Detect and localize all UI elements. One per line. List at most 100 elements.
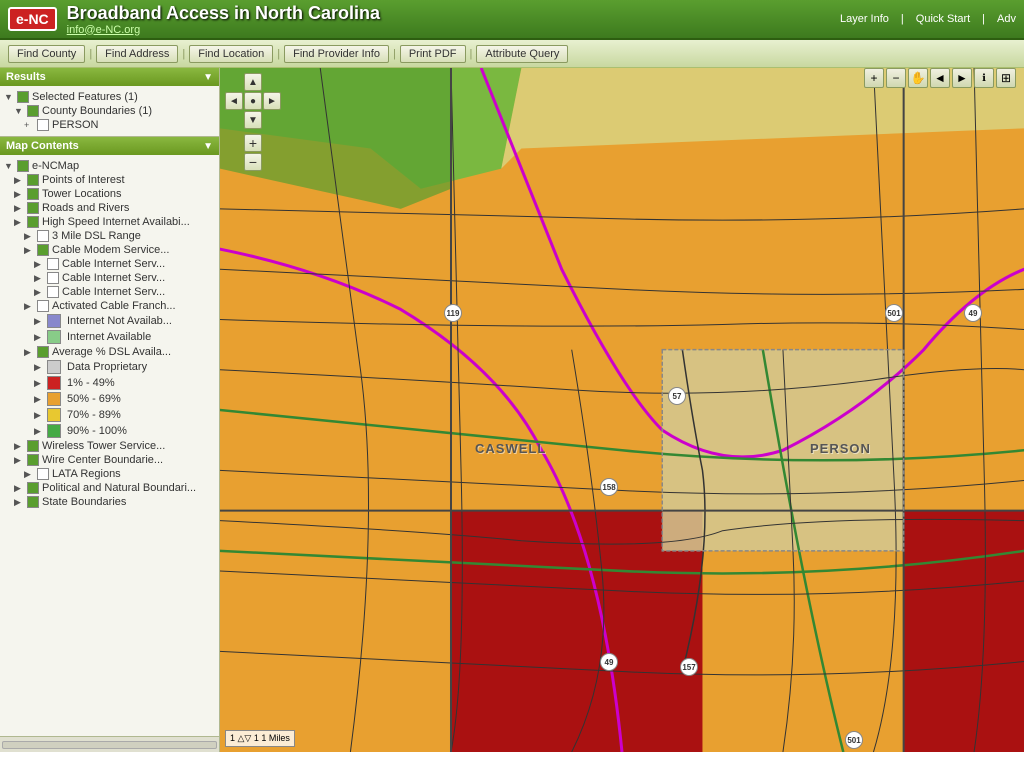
legend-swatch [47,314,61,328]
item-checkbox[interactable] [37,346,49,358]
selected-features-item[interactable]: ▼ Selected Features (1) [4,90,215,104]
map-contents-item[interactable]: ▶ Internet Not Availab... [34,313,215,329]
adv-link[interactable]: Adv [997,13,1016,25]
map-contents-item[interactable]: ▶Cable Internet Serv... [34,285,215,299]
map-contents-item[interactable]: ▶Activated Cable Franch... [24,299,215,313]
zoom-out-button[interactable]: − [244,153,262,171]
item-checkbox[interactable] [27,454,39,466]
map-contents-item[interactable]: ▶ Cable Modem Service... [24,243,215,257]
map-contents-item[interactable]: ▶Tower Locations [14,187,215,201]
tree-arrow-icon: ▶ [34,378,44,389]
info-ctrl[interactable]: ℹ [974,68,994,88]
print-pdf-button[interactable]: Print PDF [400,45,466,63]
item-checkbox[interactable] [47,286,59,298]
tree-arrow-icon: ▶ [14,455,24,466]
sidebar-scrollbar[interactable] [0,736,219,752]
item-checkbox[interactable] [27,440,39,452]
selected-features-checkbox[interactable] [17,91,29,103]
find-provider-button[interactable]: Find Provider Info [284,45,389,63]
map-contents-item[interactable]: ▶Internet Available [34,329,215,345]
item-checkbox[interactable] [27,482,39,494]
quick-start-link[interactable]: Quick Start [916,13,970,25]
tree-arrow-icon: ▶ [34,316,44,327]
item-checkbox[interactable] [37,468,49,480]
map-contents-item[interactable]: ▶Wireless Tower Service... [14,439,215,453]
find-location-button[interactable]: Find Location [189,45,273,63]
forward-ctrl[interactable]: ► [952,68,972,88]
map-contents-item[interactable]: ▶Wire Center Boundarie... [14,453,215,467]
county-boundaries-label: County Boundaries (1) [42,105,152,117]
item-checkbox[interactable] [27,174,39,186]
map-contents-item[interactable]: ▶Average % DSL Availa... [24,345,215,359]
map-contents-header: Map Contents ▼ [0,137,219,155]
map-contents-item[interactable]: ▶Roads and Rivers [14,201,215,215]
find-address-button[interactable]: Find Address [96,45,178,63]
county-boundaries-item[interactable]: ▼ County Boundaries (1) [14,104,215,118]
item-checkbox[interactable] [47,272,59,284]
pan-up-button[interactable]: ▲ [244,73,262,91]
map-contents-item[interactable]: ▶Political and Natural Boundari... [14,481,215,495]
map-contents-item[interactable]: ▶90% - 100% [34,423,215,439]
scroll-track[interactable] [2,741,217,749]
map-area[interactable]: ▲ ◄ ● ► ▼ + − [220,68,1024,752]
encmap-root[interactable]: ▼ e-NCMap [4,159,215,173]
map-contents-item[interactable]: ▶Cable Internet Serv... [34,257,215,271]
item-checkbox[interactable] [37,300,49,312]
person-item[interactable]: + PERSON [24,118,215,132]
item-checkbox[interactable] [47,258,59,270]
tree-arrow-icon: ▶ [24,231,34,242]
item-checkbox[interactable] [27,188,39,200]
item-label: State Boundaries [42,496,126,508]
header-email-link[interactable]: info@e-NC.org [67,24,840,36]
map-contents-item[interactable]: ▶Data Proprietary [34,359,215,375]
root-checkbox[interactable] [17,160,29,172]
item-label: Internet Available [67,331,151,343]
map-contents-item[interactable]: ▶50% - 69% [34,391,215,407]
item-checkbox[interactable] [27,216,39,228]
map-contents-item[interactable]: ▶High Speed Internet Availabi... [14,215,215,229]
pan-home-button[interactable]: ● [244,92,262,110]
map-toolbar: + − ✋ ◄ ► ℹ ⊞ [864,68,1016,88]
tree-arrow-icon: ▶ [14,189,24,200]
map-contents-item[interactable]: ▶State Boundaries [14,495,215,509]
scale-miles: 1 Miles [261,733,290,743]
map-contents-collapse-icon[interactable]: ▼ [203,141,213,152]
pan-left-button[interactable]: ◄ [225,92,243,110]
back-ctrl[interactable]: ◄ [930,68,950,88]
map-contents-title: Map Contents [6,140,79,152]
road-57-n: 57 [668,387,686,405]
person-checkbox[interactable] [37,119,49,131]
person-label: PERSON [52,119,98,131]
pan-right-button[interactable]: ► [263,92,281,110]
item-checkbox[interactable] [27,496,39,508]
tree-arrow-icon: ▶ [34,410,44,421]
tree-arrow-icon: ▶ [24,245,34,256]
attribute-query-button[interactable]: Attribute Query [476,45,568,63]
zoom-out-ctrl[interactable]: − [886,68,906,88]
item-checkbox[interactable] [37,230,49,242]
map-contents-item[interactable]: ▶LATA Regions [24,467,215,481]
map-contents-item[interactable]: ▶Points of Interest [14,173,215,187]
find-county-button[interactable]: Find County [8,45,85,63]
arrow-icon-3: + [24,120,34,130]
item-label: Cable Modem Service... [52,244,169,256]
map-contents-item[interactable]: ▶Cable Internet Serv... [34,271,215,285]
zoom-in-ctrl[interactable]: + [864,68,884,88]
map-contents-item[interactable]: ▶3 Mile DSL Range [24,229,215,243]
pan-down-button[interactable]: ▼ [244,111,262,129]
layers-ctrl[interactable]: ⊞ [996,68,1016,88]
item-checkbox[interactable] [27,202,39,214]
pan-ctrl[interactable]: ✋ [908,68,928,88]
results-collapse-icon[interactable]: ▼ [203,72,213,83]
map-contents-item[interactable]: ▶1% - 49% [34,375,215,391]
zoom-in-button[interactable]: + [244,134,262,152]
sep-5: | [470,48,473,60]
layer-info-link[interactable]: Layer Info [840,13,889,25]
item-label: Internet Not Availab... [67,315,172,327]
county-boundaries-checkbox[interactable] [27,105,39,117]
person-label: PERSON [810,441,871,456]
item-checkbox[interactable] [37,244,49,256]
item-label: Activated Cable Franch... [52,300,176,312]
map-contents-item[interactable]: ▶70% - 89% [34,407,215,423]
map-contents-panel: Map Contents ▼ ▼ e-NCMap ▶Points of Inte… [0,137,219,736]
